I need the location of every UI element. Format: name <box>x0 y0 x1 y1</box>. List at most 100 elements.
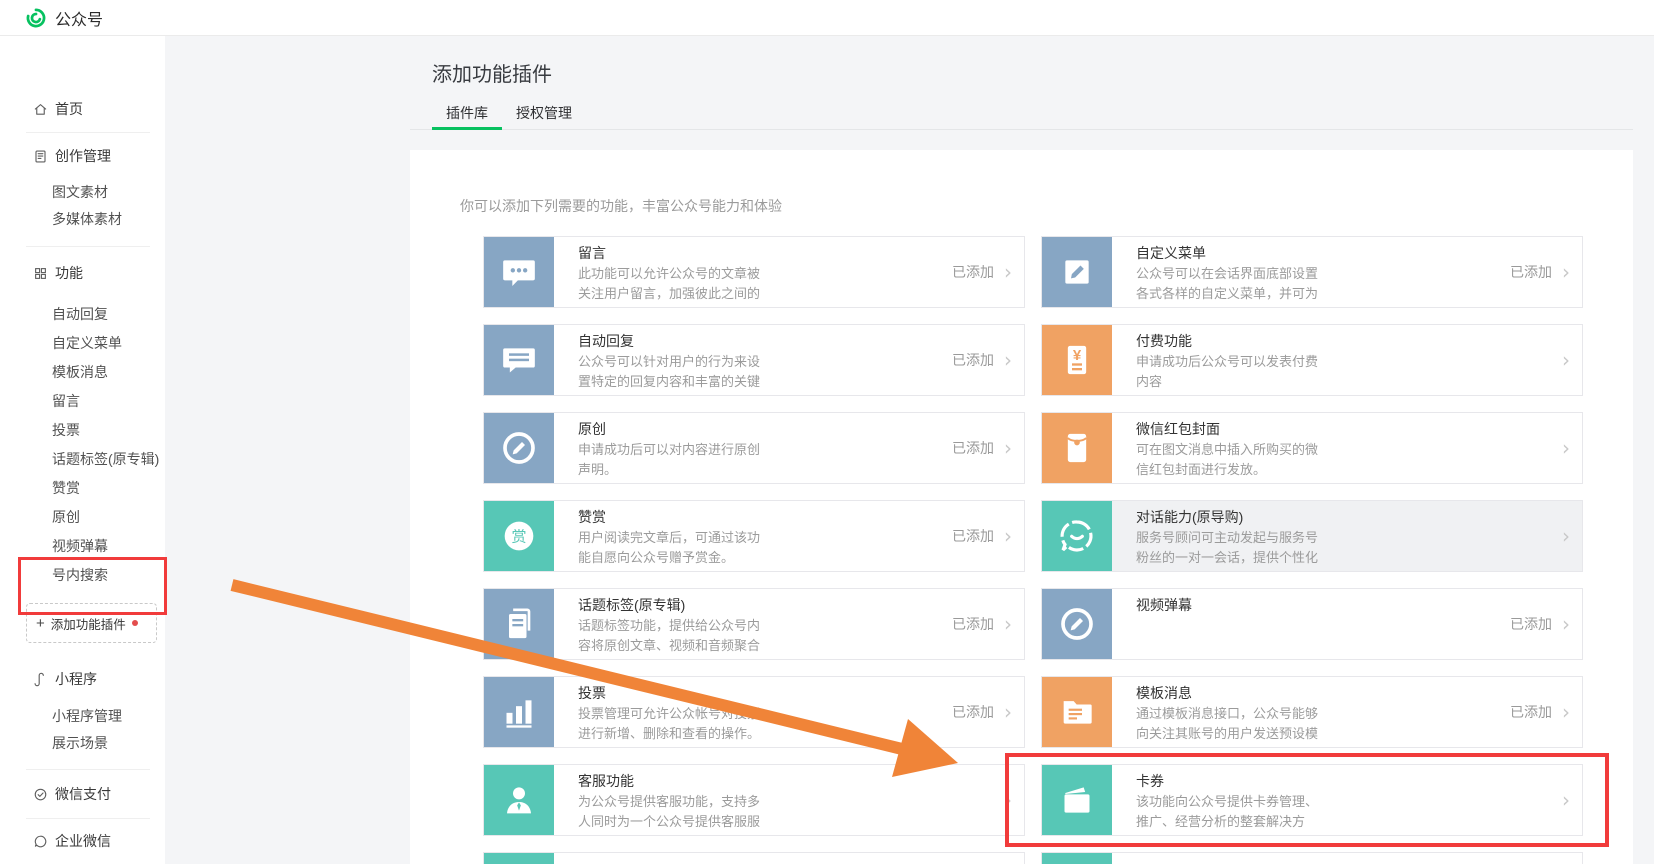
sidebar-subitem-label: 模板消息 <box>52 364 108 380</box>
plugin-card[interactable]: 赞赏 用户阅读完文章后，可通过该功能自愿向公众号赠予赏金。 已添加 › <box>483 500 1025 572</box>
chevron-right-icon: › <box>1562 350 1570 370</box>
added-badge: 已添加 <box>1510 702 1552 722</box>
added-badge: 已添加 <box>1510 262 1552 282</box>
sidebar-subitem[interactable]: 自定义菜单 <box>52 333 122 353</box>
plugin-status: 已添加 › <box>952 325 1024 395</box>
plugin-card[interactable]: 话题标签(原专辑) 话题标签功能，提供给公众号内容将原创文章、视频和音频聚合 已… <box>483 588 1025 660</box>
chevron-right-icon: › <box>1004 614 1012 634</box>
sidebar-subitem[interactable]: 留言 <box>52 391 80 411</box>
plugin-card[interactable]: 卡券 该功能向公众号提供卡券管理、推广、经营分析的整套解决方 › <box>1041 764 1583 836</box>
plugin-status: 已添加 › <box>952 677 1024 747</box>
plugin-card[interactable] <box>1041 852 1583 864</box>
wechat-official-account-logo-icon <box>25 7 47 29</box>
sidebar-subitem[interactable]: 视频弹幕 <box>52 536 108 556</box>
plugin-card[interactable]: 留言 此功能可以允许公众号的文章被关注用户留言，加强彼此之间的 已添加 › <box>483 236 1025 308</box>
plugin-title: 原创 <box>578 420 952 438</box>
added-badge: 已添加 <box>952 262 994 282</box>
plugin-card[interactable]: 投票 投票管理可允许公众帐号对投票进行新增、删除和查看的操作。 已添加 › <box>483 676 1025 748</box>
sidebar-subitem-label: 展示场景 <box>52 735 108 751</box>
sidebar-subitem[interactable]: 话题标签(原专辑) <box>52 449 159 469</box>
sidebar-subitem[interactable]: 图文素材 <box>52 182 108 202</box>
plugin-title: 客服功能 <box>578 772 994 790</box>
added-badge: 已添加 <box>1510 614 1552 634</box>
added-badge: 已添加 <box>952 438 994 458</box>
plugin-description: 投票管理可允许公众帐号对投票进行新增、删除和查看的操作。 <box>578 704 952 744</box>
sidebar-subitem[interactable]: 展示场景 <box>52 733 108 753</box>
sidebar-item[interactable]: 微信支付 <box>33 784 111 804</box>
tab-authorization-management[interactable]: 授权管理 <box>502 103 586 130</box>
plugin-card[interactable]: 视频弹幕 已添加 › <box>1041 588 1583 660</box>
plugin-title: 留言 <box>578 244 952 262</box>
sidebar-subitem[interactable]: 赞赏 <box>52 478 80 498</box>
sidebar-item[interactable]: 小程序 <box>33 669 97 689</box>
sidebar-item[interactable]: 功能 <box>33 263 83 283</box>
plugin-card[interactable] <box>483 852 1025 864</box>
home-icon <box>33 102 48 117</box>
plugin-description: 公众号可以针对用户的行为来设置特定的回复内容和丰富的关键 <box>578 352 952 392</box>
added-badge: 已添加 <box>952 702 994 722</box>
added-badge: 已添加 <box>952 526 994 546</box>
tab-bar-divider <box>410 129 1633 130</box>
chevron-right-icon: › <box>1004 438 1012 458</box>
plugin-text: 自定义菜单 公众号可以在会话界面底部设置各式各样的自定义菜单，并可为 <box>1112 237 1510 307</box>
plugin-description: 为公众号提供客服功能，支持多人同时为一个公众号提供客服服 <box>578 792 994 832</box>
sidebar-item-label: 首页 <box>55 99 83 119</box>
sidebar: 首页 创作管理 图文素材多媒体素材 功能 自动回复自定义菜单模板消息留言投票话题… <box>0 36 165 864</box>
plugin-text: 客服功能 为公众号提供客服功能，支持多人同时为一个公众号提供客服服 <box>554 765 994 835</box>
sidebar-subitem-label: 多媒体素材 <box>52 211 122 227</box>
sidebar-divider <box>26 818 150 819</box>
wechat-pay-icon <box>33 787 48 802</box>
sidebar-item-label: 企业微信 <box>55 831 111 851</box>
plugin-icon <box>484 853 554 864</box>
sidebar-subitem[interactable]: 模板消息 <box>52 362 108 382</box>
plugin-description: 该功能向公众号提供卡券管理、推广、经营分析的整套解决方 <box>1136 792 1552 832</box>
plugin-title: 模板消息 <box>1136 684 1510 702</box>
plugin-description: 申请成功后可以对内容进行原创声明。 <box>578 440 952 480</box>
plugin-card[interactable]: 自动回复 公众号可以针对用户的行为来设置特定的回复内容和丰富的关键 已添加 › <box>483 324 1025 396</box>
plugin-card[interactable]: 自定义菜单 公众号可以在会话界面底部设置各式各样的自定义菜单，并可为 已添加 › <box>1041 236 1583 308</box>
sidebar-divider <box>26 246 150 247</box>
sidebar-subitem[interactable]: 多媒体素材 <box>52 209 122 229</box>
sidebar-subitem-label: 小程序管理 <box>52 708 122 724</box>
plugin-description: 公众号可以在会话界面底部设置各式各样的自定义菜单，并可为 <box>1136 264 1510 304</box>
sidebar-item[interactable]: 首页 <box>33 99 83 119</box>
plugin-card[interactable]: 对话能力(原导购) 服务号顾问可主动发起与服务号粉丝的一对一会话，提供个性化 › <box>1041 500 1583 572</box>
sidebar-subitem[interactable]: 自动回复 <box>52 304 108 324</box>
plugin-card[interactable]: 原创 申请成功后可以对内容进行原创声明。 已添加 › <box>483 412 1025 484</box>
plugin-icon <box>484 677 554 747</box>
chevron-right-icon: › <box>1004 262 1012 282</box>
plugin-text: 话题标签(原专辑) 话题标签功能，提供给公众号内容将原创文章、视频和音频聚合 <box>554 589 952 659</box>
grid-icon <box>33 266 48 281</box>
plugin-text: 视频弹幕 <box>1112 589 1510 659</box>
sidebar-item[interactable]: 创作管理 <box>33 146 111 166</box>
sidebar-item-label: 创作管理 <box>55 146 111 166</box>
sidebar-subitem[interactable]: 原创 <box>52 507 80 527</box>
plugin-text: 留言 此功能可以允许公众号的文章被关注用户留言，加强彼此之间的 <box>554 237 952 307</box>
plugin-icon <box>1042 765 1112 835</box>
sidebar-subitem-label: 自定义菜单 <box>52 335 122 351</box>
sidebar-add-plugin-button[interactable]: + 添加功能插件 <box>26 603 157 643</box>
plugin-title: 自定义菜单 <box>1136 244 1510 262</box>
chevron-right-icon: › <box>1562 526 1570 546</box>
sidebar-subitem[interactable]: 投票 <box>52 420 80 440</box>
plugin-icon <box>1042 677 1112 747</box>
sidebar-subitem[interactable]: 号内搜索 <box>52 565 108 585</box>
plugin-icon <box>1042 413 1112 483</box>
plugin-card[interactable]: 客服功能 为公众号提供客服功能，支持多人同时为一个公众号提供客服服 › <box>483 764 1025 836</box>
sidebar-subitem-label: 投票 <box>52 422 80 438</box>
chevron-right-icon: › <box>1562 438 1570 458</box>
plugin-icon <box>1042 325 1112 395</box>
plugin-card[interactable]: 微信红包封面 可在图文消息中插入所购买的微信红包封面进行发放。 › <box>1041 412 1583 484</box>
plugin-status: 已添加 › <box>952 237 1024 307</box>
plugin-status: › <box>1552 413 1582 483</box>
plugin-card[interactable]: 模板消息 通过模板消息接口，公众号能够向关注其账号的用户发送预设模 已添加 › <box>1041 676 1583 748</box>
plugin-description: 可在图文消息中插入所购买的微信红包封面进行发放。 <box>1136 440 1552 480</box>
sidebar-item[interactable]: 企业微信 <box>33 831 111 851</box>
plugin-title: 付费功能 <box>1136 332 1552 350</box>
plugin-text: 自动回复 公众号可以针对用户的行为来设置特定的回复内容和丰富的关键 <box>554 325 952 395</box>
chevron-right-icon: › <box>1004 350 1012 370</box>
plugin-card[interactable]: 付费功能 申请成功后公众号可以发表付费内容 › <box>1041 324 1583 396</box>
plugin-icon <box>484 765 554 835</box>
sidebar-subitem[interactable]: 小程序管理 <box>52 706 122 726</box>
tab-plugin-library[interactable]: 插件库 <box>432 103 502 130</box>
